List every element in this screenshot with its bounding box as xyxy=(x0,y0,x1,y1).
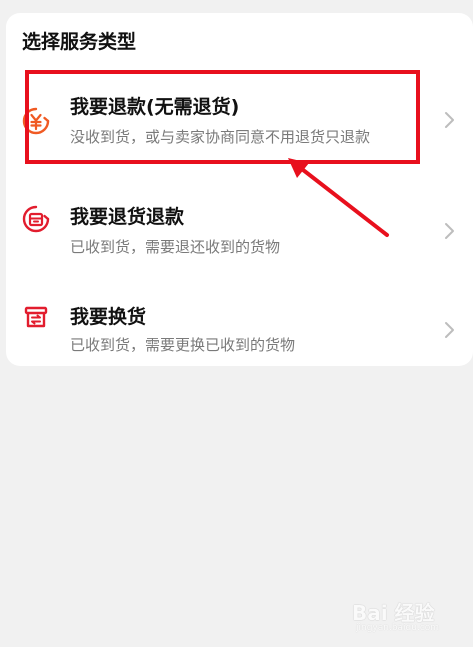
chevron-right-icon xyxy=(442,222,456,240)
exchange-box-icon xyxy=(20,301,52,333)
option-subtitle: 没收到货，或与卖家协商同意不用退货只退款 xyxy=(70,128,371,146)
option-title: 我要退款(无需退货) xyxy=(70,96,240,118)
return-refund-icon xyxy=(20,203,52,235)
option-title: 我要退货退款 xyxy=(70,206,185,228)
chevron-right-icon xyxy=(442,111,456,129)
option-title: 我要换货 xyxy=(70,306,147,328)
watermark-sub: jingyan.baidu.com xyxy=(356,623,440,633)
option-subtitle: 已收到货，需要更换已收到的货物 xyxy=(70,336,296,354)
option-exchange[interactable]: 我要换货 已收到货，需要更换已收到的货物 xyxy=(6,269,473,367)
option-refund-only[interactable]: 我要退款(无需退货) 没收到货，或与卖家协商同意不用退货只退款 xyxy=(6,71,473,169)
service-type-card: 选择服务类型 我要退款(无需退货) 没收到货，或与卖家协商同意不用退货只退款 我… xyxy=(6,13,473,366)
option-return-refund[interactable]: 我要退货退款 已收到货，需要退还收到的货物 xyxy=(6,170,473,268)
option-subtitle: 已收到货，需要退还收到的货物 xyxy=(70,238,281,256)
chevron-right-icon xyxy=(442,321,456,339)
section-title: 选择服务类型 xyxy=(22,31,137,53)
yen-refund-icon xyxy=(20,105,52,137)
baidu-jingyan-watermark: Bai 经验 jingyan.baidu.com xyxy=(352,597,462,637)
watermark-text: Bai 经验 xyxy=(352,601,435,625)
